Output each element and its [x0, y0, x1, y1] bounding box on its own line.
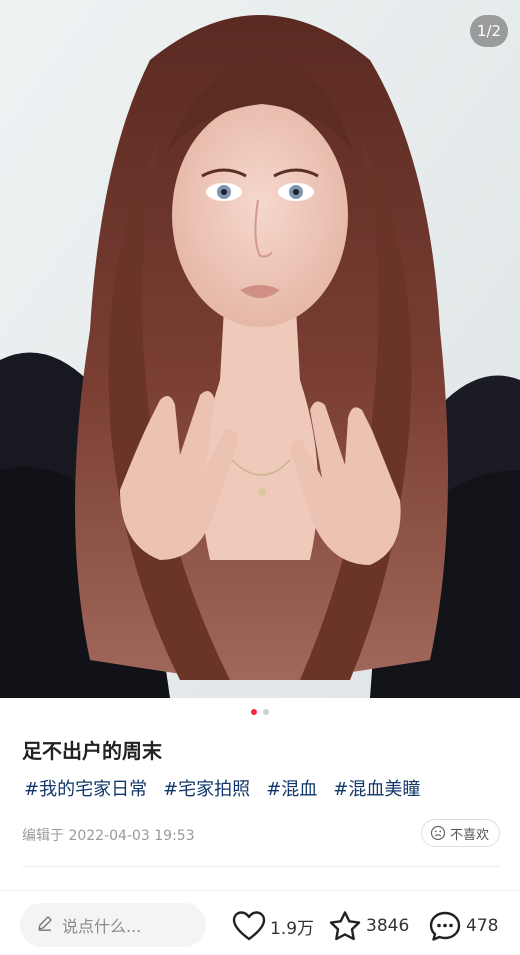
like-button[interactable]: 1.9万 [232, 906, 314, 946]
dislike-button[interactable]: 不喜欢 [420, 819, 500, 847]
tag-link[interactable]: #宅家拍照 [163, 775, 250, 801]
pager-dot[interactable] [263, 709, 269, 715]
comment-placeholder: 说点什么... [62, 917, 142, 936]
post-photo[interactable]: 1/2 [0, 0, 520, 698]
like-count: 1.9万 [270, 918, 315, 939]
collect-count: 3846 [366, 916, 410, 936]
star-icon [328, 910, 362, 942]
dislike-label: 不喜欢 [449, 827, 489, 843]
divider [0, 890, 520, 891]
divider [22, 866, 500, 867]
heart-icon [232, 910, 266, 942]
portrait-illustration [0, 0, 520, 698]
edit-date: 编辑于 2022-04-03 19:53 [22, 828, 195, 844]
tag-link[interactable]: #混血 [266, 775, 317, 801]
tag-list: #我的宅家日常 #宅家拍照 #混血 #混血美瞳 [24, 775, 510, 801]
tag-link[interactable]: #我的宅家日常 [24, 775, 147, 801]
tag-link[interactable]: #混血美瞳 [333, 775, 420, 801]
pager-dots [0, 709, 520, 717]
comment-input[interactable]: 说点什么... [20, 903, 206, 947]
collect-button[interactable]: 3846 [328, 906, 409, 946]
comment-bubble-icon [428, 910, 462, 942]
pencil-icon [36, 914, 54, 936]
pager-dot-active[interactable] [251, 709, 257, 715]
comment-button[interactable]: 478 [428, 906, 498, 946]
comment-count: 478 [466, 916, 499, 936]
note-detail-page: 1/2 足不出户的周末 #我的宅家日常 #宅家拍照 #混血 #混血美瞳 编辑于 … [0, 0, 520, 955]
sad-face-icon [430, 825, 446, 841]
image-counter: 1/2 [470, 15, 508, 47]
post-title: 足不出户的周末 [22, 739, 162, 763]
